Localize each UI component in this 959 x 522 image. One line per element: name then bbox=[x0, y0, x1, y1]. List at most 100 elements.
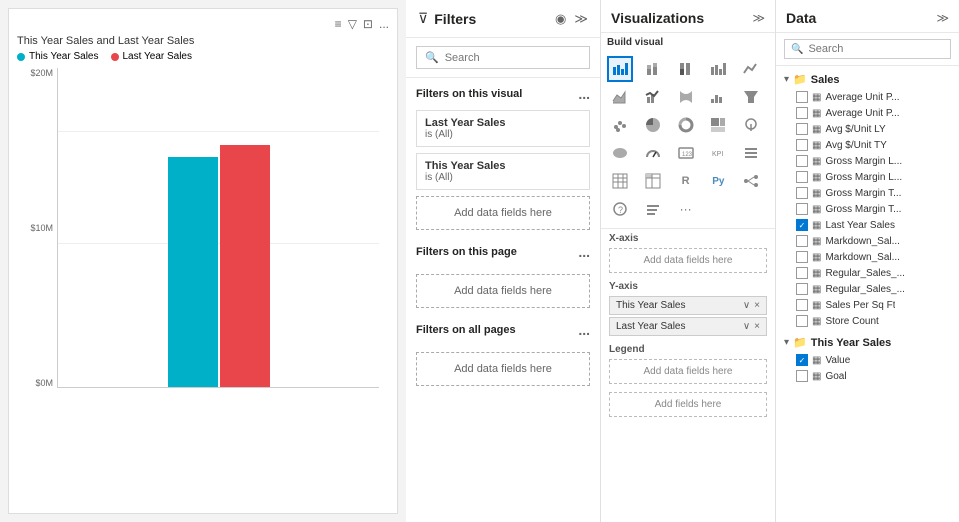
check-goal[interactable] bbox=[796, 370, 808, 382]
viz-yaxis-tag-ty[interactable]: This Year Sales ∨ × bbox=[609, 296, 767, 315]
viz-icon-table[interactable] bbox=[607, 168, 633, 194]
viz-icon-clustered-col[interactable] bbox=[705, 56, 731, 82]
data-item-avg-unit-ty[interactable]: ▦ Avg $/Unit TY bbox=[776, 137, 959, 153]
check-avg-unit-p1[interactable] bbox=[796, 91, 808, 103]
viz-icon-donut[interactable] bbox=[673, 112, 699, 138]
check-gm-l1[interactable] bbox=[796, 155, 808, 167]
viz-icon-matrix[interactable] bbox=[640, 168, 666, 194]
check-store-count[interactable] bbox=[796, 315, 808, 327]
more-icon[interactable]: ... bbox=[379, 17, 389, 31]
data-item-gm-l2[interactable]: ▦ Gross Margin L... bbox=[776, 169, 959, 185]
viz-icon-map[interactable] bbox=[738, 112, 764, 138]
viz-icon-waterfall[interactable] bbox=[705, 84, 731, 110]
viz-icon-funnel[interactable] bbox=[738, 84, 764, 110]
data-item-markdown-sal2[interactable]: ▦ Markdown_Sal... bbox=[776, 249, 959, 265]
viz-icon-pie[interactable] bbox=[640, 112, 666, 138]
viz-yaxis-label: Y-axis bbox=[609, 281, 767, 292]
data-item-gm-t2[interactable]: ▦ Gross Margin T... bbox=[776, 201, 959, 217]
check-sales-per-sq-ft[interactable] bbox=[796, 299, 808, 311]
bar-last-year[interactable] bbox=[220, 145, 270, 387]
data-expand-icon[interactable]: ≫ bbox=[936, 11, 949, 25]
viz-icon-qa[interactable]: ? bbox=[607, 196, 633, 222]
viz-icon-filled-map[interactable] bbox=[607, 140, 633, 166]
viz-icon-smart-narrative[interactable] bbox=[640, 196, 666, 222]
data-item-avg-unit-p2[interactable]: ▦ Average Unit P... bbox=[776, 105, 959, 121]
hamburger-icon[interactable]: ≡ bbox=[335, 17, 342, 31]
data-item-regular-sal1[interactable]: ▦ Regular_Sales_... bbox=[776, 265, 959, 281]
viz-icon-kpi[interactable]: KPI bbox=[705, 140, 731, 166]
viz-expand-icon[interactable]: ≫ bbox=[752, 11, 765, 25]
viz-small-multiples-add[interactable]: Add fields here bbox=[609, 392, 767, 417]
viz-icon-r-script[interactable]: R bbox=[673, 168, 699, 194]
all-filter-more[interactable]: ... bbox=[578, 322, 590, 338]
filters-header-icons: ◉ ≫ bbox=[555, 11, 588, 27]
viz-icon-more[interactable]: ··· bbox=[673, 196, 699, 222]
viz-icon-area[interactable] bbox=[607, 84, 633, 110]
viz-icon-stacked-bar[interactable] bbox=[640, 56, 666, 82]
filters-search-input[interactable] bbox=[445, 52, 581, 64]
data-item-value[interactable]: ✓ ▦ Value bbox=[776, 352, 959, 368]
check-avg-unit-p2[interactable] bbox=[796, 107, 808, 119]
data-item-goal[interactable]: ▦ Goal bbox=[776, 368, 959, 384]
viz-icon-treemap[interactable] bbox=[705, 112, 731, 138]
data-search-input[interactable] bbox=[808, 43, 944, 55]
viz-icon-ribbon[interactable] bbox=[673, 84, 699, 110]
filter-icon[interactable]: ▽ bbox=[348, 17, 357, 31]
data-group-ty-header[interactable]: ▾ 📁 This Year Sales bbox=[776, 333, 959, 352]
data-item-gm-l1[interactable]: ▦ Gross Margin L... bbox=[776, 153, 959, 169]
visual-add-fields[interactable]: Add data fields here bbox=[416, 196, 590, 230]
chevron-down-icon-ly[interactable]: ∨ bbox=[743, 321, 750, 332]
check-markdown-sal2[interactable] bbox=[796, 251, 808, 263]
data-item-markdown-sal1[interactable]: ▦ Markdown_Sal... bbox=[776, 233, 959, 249]
viz-icon-slicer[interactable] bbox=[738, 140, 764, 166]
check-avg-unit-ly[interactable] bbox=[796, 123, 808, 135]
filter-card-ly[interactable]: Last Year Sales is (All) bbox=[416, 110, 590, 147]
data-item-regular-sal2[interactable]: ▦ Regular_Sales_... bbox=[776, 281, 959, 297]
viz-icon-python[interactable]: Py bbox=[705, 168, 731, 194]
svg-text:123: 123 bbox=[682, 152, 693, 158]
check-avg-unit-ty[interactable] bbox=[796, 139, 808, 151]
viz-icon-clustered-bar[interactable] bbox=[607, 56, 633, 82]
eye-icon[interactable]: ◉ bbox=[555, 11, 566, 27]
label-avg-unit-ly: Avg $/Unit LY bbox=[825, 124, 885, 135]
check-markdown-sal1[interactable] bbox=[796, 235, 808, 247]
expand-right-icon[interactable]: ≫ bbox=[574, 11, 588, 27]
viz-icon-line[interactable] bbox=[738, 56, 764, 82]
sales-folder-icon: 📁 bbox=[793, 73, 807, 86]
check-gm-t2[interactable] bbox=[796, 203, 808, 215]
data-item-store-count[interactable]: ▦ Store Count bbox=[776, 313, 959, 329]
data-item-last-year-sales[interactable]: ✓ ▦ Last Year Sales bbox=[776, 217, 959, 233]
data-item-avg-unit-p1[interactable]: ▦ Average Unit P... bbox=[776, 89, 959, 105]
viz-icon-card[interactable]: 123 bbox=[673, 140, 699, 166]
check-value[interactable]: ✓ bbox=[796, 354, 808, 366]
check-regular-sal2[interactable] bbox=[796, 283, 808, 295]
field-icon-avg-unit-ty: ▦ bbox=[812, 140, 821, 151]
check-gm-l2[interactable] bbox=[796, 171, 808, 183]
page-add-fields[interactable]: Add data fields here bbox=[416, 274, 590, 308]
close-icon-ly[interactable]: × bbox=[754, 321, 760, 332]
check-last-year-sales[interactable]: ✓ bbox=[796, 219, 808, 231]
viz-icon-scatter[interactable] bbox=[607, 112, 633, 138]
filter-card-ty[interactable]: This Year Sales is (All) bbox=[416, 153, 590, 190]
close-icon-ty[interactable]: × bbox=[754, 300, 760, 311]
check-regular-sal1[interactable] bbox=[796, 267, 808, 279]
page-filter-more[interactable]: ... bbox=[578, 244, 590, 260]
filter-card-ly-sub: is (All) bbox=[425, 129, 581, 140]
data-item-gm-t1[interactable]: ▦ Gross Margin T... bbox=[776, 185, 959, 201]
visual-filter-more[interactable]: ... bbox=[578, 86, 590, 102]
data-group-sales-header[interactable]: ▾ 📁 Sales bbox=[776, 70, 959, 89]
viz-yaxis-tag-ly[interactable]: Last Year Sales ∨ × bbox=[609, 317, 767, 336]
viz-icon-line-col[interactable] bbox=[640, 84, 666, 110]
bar-this-year[interactable] bbox=[168, 157, 218, 387]
viz-icon-gauge[interactable] bbox=[640, 140, 666, 166]
viz-xaxis-add[interactable]: Add data fields here bbox=[609, 248, 767, 273]
expand-icon[interactable]: ⊡ bbox=[363, 17, 373, 31]
viz-icon-decomp-tree[interactable] bbox=[738, 168, 764, 194]
check-gm-t1[interactable] bbox=[796, 187, 808, 199]
viz-legend-add[interactable]: Add data fields here bbox=[609, 359, 767, 384]
data-item-avg-unit-ly[interactable]: ▦ Avg $/Unit LY bbox=[776, 121, 959, 137]
chevron-down-icon-ty[interactable]: ∨ bbox=[743, 300, 750, 311]
viz-icon-100pct-bar[interactable] bbox=[673, 56, 699, 82]
data-item-sales-per-sq-ft[interactable]: ▦ Sales Per Sq Ft bbox=[776, 297, 959, 313]
all-add-fields[interactable]: Add data fields here bbox=[416, 352, 590, 386]
